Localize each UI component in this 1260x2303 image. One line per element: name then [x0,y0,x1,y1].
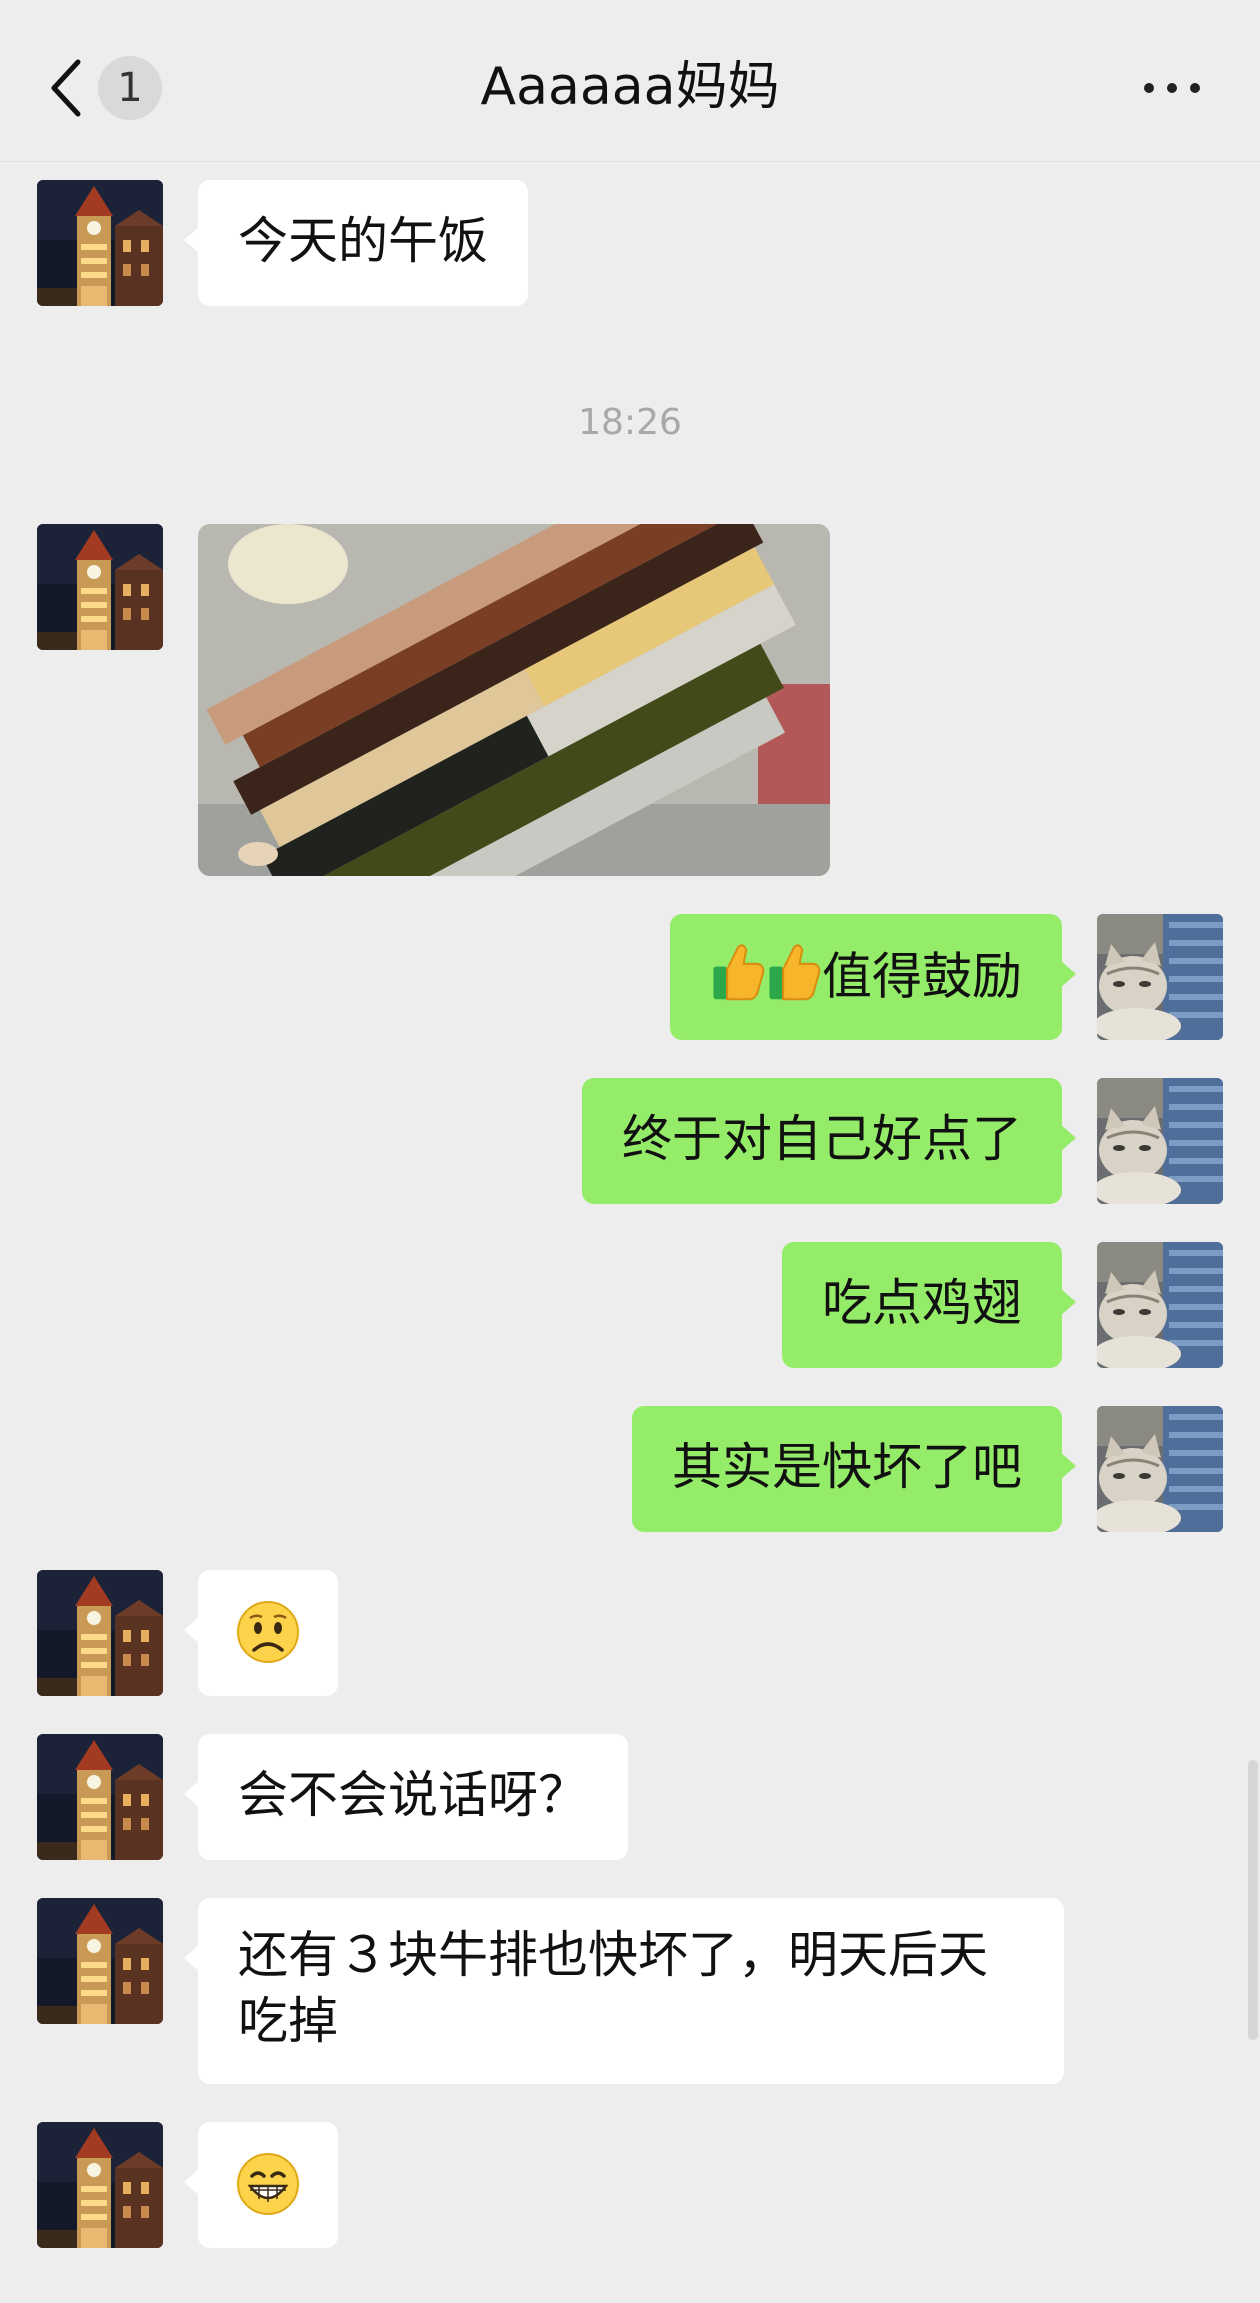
message-text: 会不会说话呀？ [238,1766,588,1824]
contact-avatar[interactable] [37,1734,163,1860]
message-bubble-incoming[interactable]: 会不会说话呀？ [184,1734,628,1860]
contact-avatar[interactable] [37,2122,163,2248]
message-bubble-outgoing[interactable]: 终于对自己好点了 [582,1078,1076,1204]
contact-avatar[interactable] [37,1898,163,2024]
message-bubble-outgoing[interactable]: 其实是快坏了吧 [632,1406,1076,1532]
more-dots-icon[interactable] [1140,70,1204,106]
message-timestamp: 18:26 [578,402,682,443]
message-text: 终于对自己好点了 [622,1110,1022,1168]
message-bubble-incoming[interactable]: 还有３块牛排也快坏了，明天后天吃掉 [184,1898,1064,2084]
message-text: 还有３块牛排也快坏了，明天后天吃掉 [238,1926,988,2050]
message-text: 值得鼓励 [822,947,1022,1006]
contact-avatar[interactable] [37,524,163,650]
blurred-food-photo[interactable] [198,524,830,876]
message-bubble-incoming[interactable]: 今天的午饭 [184,180,528,306]
my-avatar[interactable] [1097,1078,1223,1204]
my-avatar[interactable] [1097,1242,1223,1368]
my-avatar[interactable] [1097,914,1223,1040]
chat-screen: 1 Aaaaaa妈妈 今天的午饭 18:26 值得鼓励 终于对自己好点了 吃点鸡… [0,0,1260,2303]
chat-title: Aaaaaa妈妈 [480,57,780,117]
message-text: 其实是快坏了吧 [672,1438,1022,1496]
scrollbar[interactable] [1248,1760,1258,2040]
message-text: 今天的午饭 [238,212,488,270]
contact-avatar[interactable] [37,1570,163,1696]
message-bubble-outgoing[interactable]: 值得鼓励 [670,914,1076,1040]
message-bubble-incoming[interactable] [184,1570,338,1696]
message-bubble-incoming[interactable] [184,2122,338,2248]
contact-avatar[interactable] [37,180,163,306]
message-bubble-outgoing[interactable]: 吃点鸡翅 [782,1242,1076,1368]
message-text: 吃点鸡翅 [822,1274,1022,1332]
grin-emoji-icon [236,2152,300,2232]
thumbs-up-icon [710,942,766,1018]
thumbs-up-icon [766,942,822,1018]
chat-header: 1 Aaaaaa妈妈 [0,0,1260,162]
frown-emoji-icon [236,1600,300,1680]
my-avatar[interactable] [1097,1406,1223,1532]
